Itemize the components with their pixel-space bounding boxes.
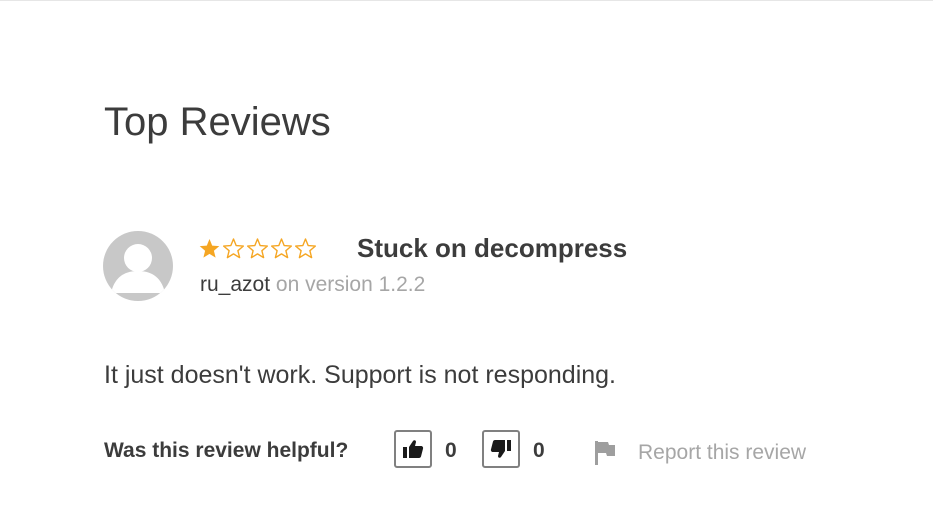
report-review-link[interactable]: Report this review bbox=[593, 438, 806, 468]
review-body: It just doesn't work. Support is not res… bbox=[104, 361, 616, 389]
review-meta: ru_azot on version 1.2.2 bbox=[200, 271, 425, 299]
avatar bbox=[103, 231, 173, 301]
thumbs-down-icon bbox=[490, 440, 511, 458]
review-author: ru_azot bbox=[200, 273, 271, 296]
not-helpful-count: 0 bbox=[533, 439, 545, 462]
star-empty-icon bbox=[295, 237, 316, 258]
top-divider bbox=[0, 0, 933, 1]
star-empty-icon bbox=[271, 237, 292, 258]
review-version: on version 1.2.2 bbox=[275, 273, 426, 296]
thumbs-down-button[interactable] bbox=[482, 430, 520, 468]
star-filled-icon bbox=[199, 238, 220, 258]
star-rating bbox=[199, 233, 319, 263]
user-placeholder-icon bbox=[111, 244, 165, 293]
section-title: Top Reviews bbox=[104, 100, 331, 144]
helpful-feedback-row: Was this review helpful? 0 0 Report this… bbox=[104, 430, 864, 472]
star-empty-icon bbox=[223, 237, 244, 258]
report-label: Report this review bbox=[638, 441, 807, 464]
thumbs-up-icon bbox=[403, 440, 424, 458]
star-empty-icon bbox=[247, 237, 268, 258]
helpful-question: Was this review helpful? bbox=[104, 439, 349, 462]
review-title: Stuck on decompress bbox=[357, 233, 628, 263]
thumbs-up-button[interactable] bbox=[394, 430, 432, 468]
flag-icon bbox=[595, 441, 615, 465]
helpful-count: 0 bbox=[445, 439, 457, 462]
